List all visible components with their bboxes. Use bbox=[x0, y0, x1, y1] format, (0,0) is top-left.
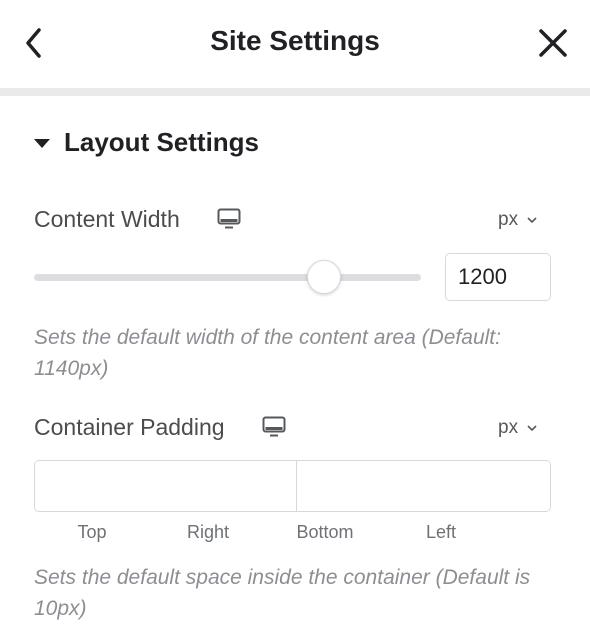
chevron-down-icon bbox=[527, 425, 537, 432]
content-width-label: Content Width bbox=[34, 206, 180, 232]
padding-top-input[interactable] bbox=[35, 461, 297, 511]
chevron-down-icon bbox=[527, 217, 537, 224]
container-padding-unit-select[interactable]: px bbox=[498, 417, 538, 439]
padding-bottom-label: Bottom bbox=[296, 522, 354, 542]
content-width-description: Sets the default width of the content ar… bbox=[34, 326, 501, 380]
header-divider bbox=[0, 88, 590, 96]
container-padding-dimensions bbox=[34, 460, 551, 512]
padding-left-label: Left bbox=[425, 522, 457, 542]
unit-label: px bbox=[498, 417, 519, 438]
unit-label: px bbox=[498, 209, 519, 230]
close-button[interactable] bbox=[536, 26, 570, 60]
desktop-monitor-icon[interactable] bbox=[262, 416, 286, 438]
padding-right-label: Right bbox=[186, 522, 230, 542]
content-width-slider-handle[interactable] bbox=[307, 260, 342, 294]
section-title: Layout Settings bbox=[64, 126, 260, 157]
container-padding-label: Container Padding bbox=[34, 414, 225, 440]
padding-top-label: Top bbox=[77, 522, 107, 542]
desktop-monitor-icon[interactable] bbox=[217, 208, 241, 230]
close-icon bbox=[539, 29, 567, 57]
content-width-unit-select[interactable]: px bbox=[498, 209, 538, 231]
caret-down-icon bbox=[34, 138, 50, 148]
container-padding-description: Sets the default space inside the contai… bbox=[34, 566, 531, 620]
content-width-slider-track[interactable] bbox=[34, 274, 421, 281]
content-width-input[interactable] bbox=[445, 253, 551, 301]
panel-header: Site Settings bbox=[0, 0, 590, 88]
page-title: Site Settings bbox=[210, 25, 380, 56]
padding-right-input[interactable] bbox=[297, 461, 550, 511]
section-toggle-layout-settings[interactable]: Layout Settings bbox=[34, 124, 259, 160]
